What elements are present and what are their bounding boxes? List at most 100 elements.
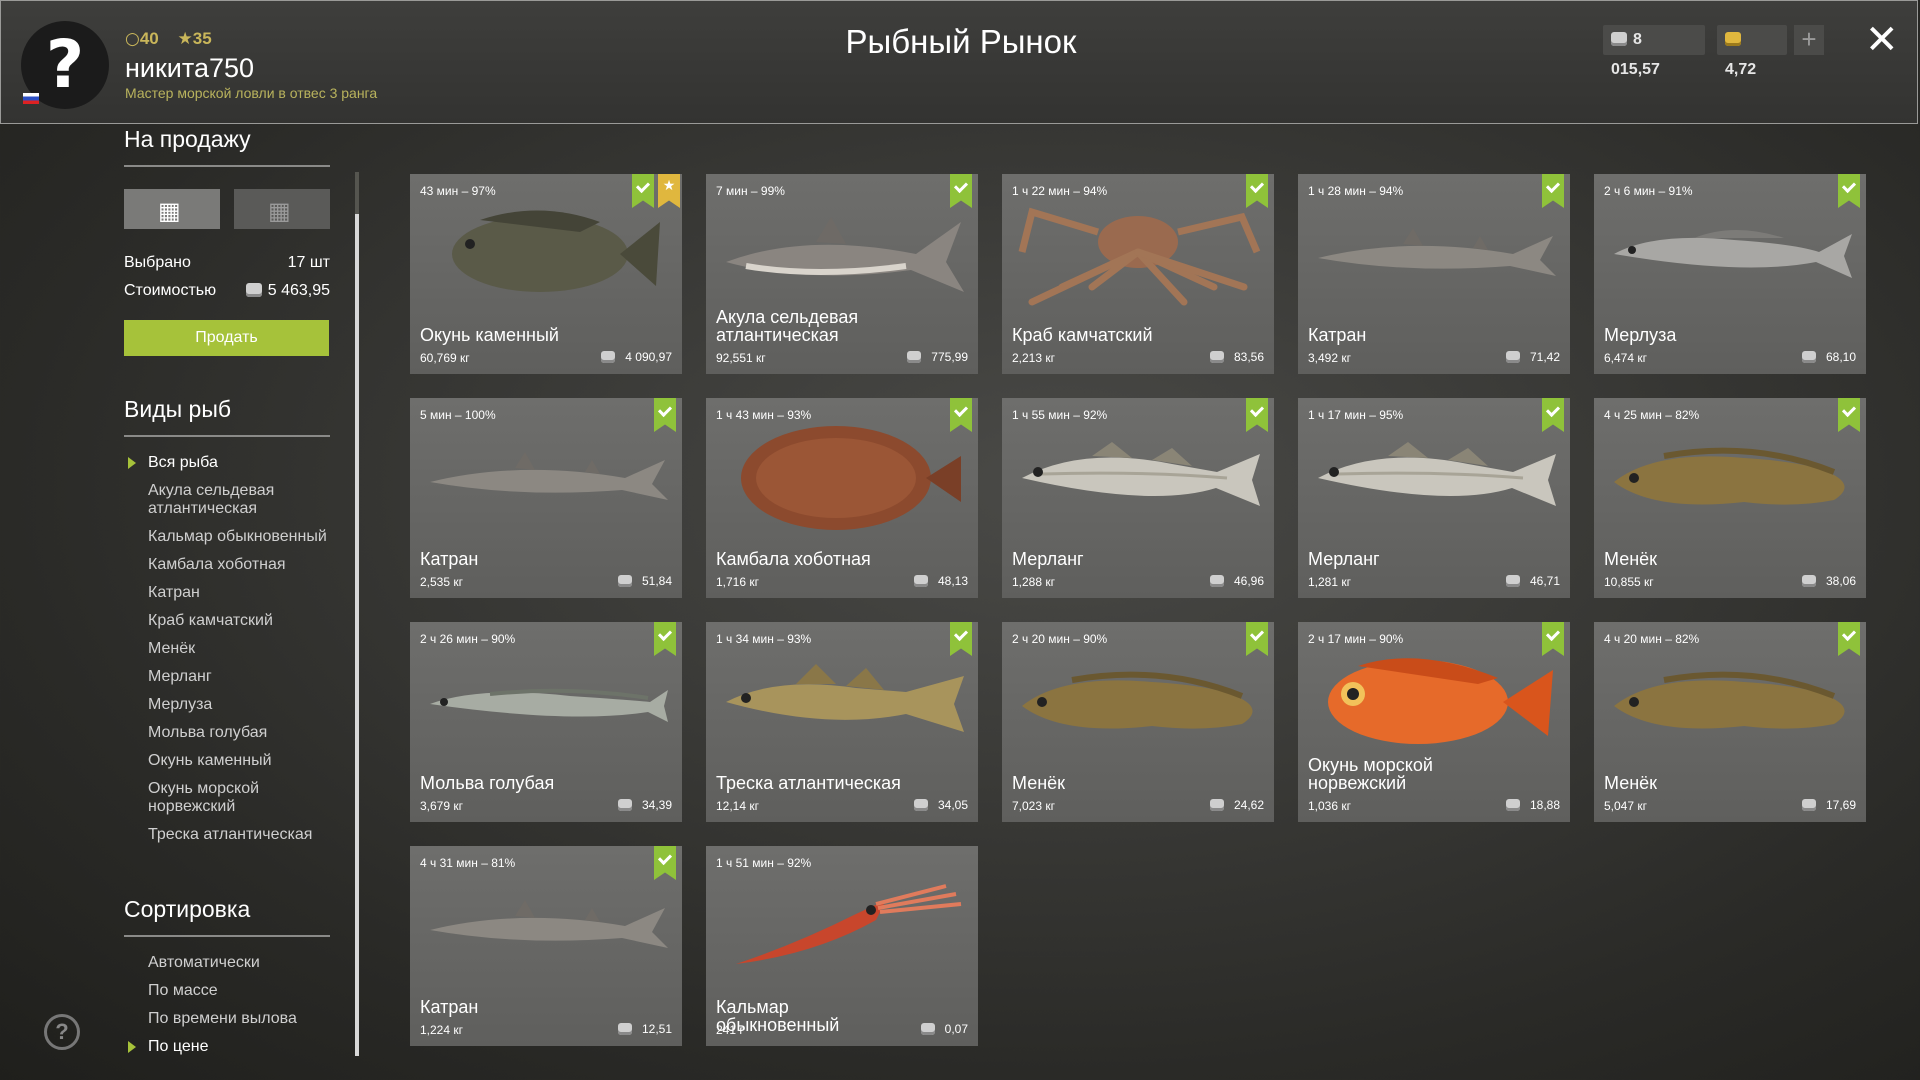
- fish-card[interactable]: 4 ч 31 мин – 81% Катран 1,224 кг 12,51: [410, 846, 682, 1046]
- catch-time: 2 ч 20 мин – 90%: [1012, 632, 1108, 646]
- fish-card[interactable]: 1 ч 43 мин – 93% Камбала хоботная 1,716 кг…: [706, 398, 978, 598]
- fish-name: Окунь каменный: [420, 325, 559, 345]
- fish-weight: 60,769 кг: [420, 351, 470, 365]
- squid-fish-icon: [736, 884, 962, 964]
- dogfish-fish-icon: [1318, 228, 1556, 276]
- catch-time: 1 ч 17 мин – 95%: [1308, 408, 1404, 422]
- sidebar-scrollbar-thumb[interactable]: [355, 214, 359, 1056]
- sort-option-item[interactable]: Автоматически: [124, 954, 330, 972]
- sort-option-item[interactable]: По времени вылова: [124, 1010, 330, 1028]
- fish-card[interactable]: 4 ч 20 мин – 82% Менёк 5,047 кг 17,69: [1594, 622, 1866, 822]
- fish-price: 775,99: [907, 350, 968, 364]
- fish-price: 46,71: [1505, 574, 1560, 588]
- fish-type-item[interactable]: Краб камчатский: [124, 612, 330, 630]
- silver-coin-icon: [1801, 351, 1816, 363]
- fish-type-item[interactable]: Мольва голубая: [124, 724, 330, 742]
- silver-coin-icon: [913, 575, 928, 587]
- fish-type-item[interactable]: Окунь каменный: [124, 752, 330, 770]
- fish-type-label: Вся рыба: [148, 454, 218, 471]
- selected-value: 17 шт: [287, 254, 330, 271]
- silver-coin-icon: [601, 351, 616, 363]
- fish-type-item[interactable]: Мерланг: [124, 668, 330, 686]
- fish-card[interactable]: 43 мин – 97% Окунь каменный 60,769 кг 4 090…: [410, 174, 682, 374]
- fish-weight: 2,535 кг: [420, 575, 463, 589]
- fish-card[interactable]: 1 ч 55 мин – 92% Мерланг 1,288 кг 46,96: [1002, 398, 1274, 598]
- catch-time: 1 ч 51 мин – 92%: [716, 856, 812, 870]
- price-value: 46,96: [1233, 574, 1264, 588]
- redfish-fish-icon: [1328, 658, 1553, 744]
- fish-type-item[interactable]: Вся рыба: [124, 454, 330, 472]
- silver-coin-icon: [1505, 575, 1520, 587]
- fish-type-item[interactable]: Акула сельдевая атлантическая: [124, 482, 330, 518]
- fish-type-item[interactable]: Кальмар обыкновенный: [124, 528, 330, 546]
- fish-name: Катран: [420, 549, 479, 569]
- divider: [124, 165, 330, 167]
- close-icon[interactable]: ✕: [1865, 17, 1899, 63]
- sort-option-label: Автоматически: [148, 954, 260, 971]
- add-currency-button[interactable]: +: [1794, 25, 1824, 55]
- sort-option-item[interactable]: По массе: [124, 982, 330, 1000]
- silver-coin-icon: [617, 1023, 632, 1035]
- fish-name: Катран: [420, 997, 479, 1017]
- fish-type-item[interactable]: Менёк: [124, 640, 330, 658]
- silver-coin-icon: [920, 1023, 935, 1035]
- silver-coin-icon: [1505, 351, 1520, 363]
- selected-arrow-icon: [128, 457, 136, 469]
- small-grid-view-button[interactable]: ▦: [234, 189, 330, 229]
- header-bar: ? ○40 ★35 никита750 Мастер морской ловли…: [0, 0, 1918, 124]
- sort-option-list: Автоматически По массе По времени вылова По…: [124, 954, 330, 1066]
- price-value: 51,84: [641, 574, 672, 588]
- fish-name: Менёк: [1604, 773, 1658, 793]
- fish-card[interactable]: 2 ч 6 мин – 91% Мерлуза 6,474 кг 68,10: [1594, 174, 1866, 374]
- price-value: 68,10: [1825, 350, 1856, 364]
- price-value: 38,06: [1825, 574, 1856, 588]
- fish-weight: 10,855 кг: [1604, 575, 1654, 589]
- player-rank: Мастер морской ловли в отвес 3 ранга: [125, 85, 378, 101]
- tusk-fish-icon: [1614, 671, 1845, 729]
- fish-card[interactable]: 2 ч 26 мин – 90% Мольва голубая 3,679 кг 34…: [410, 622, 682, 822]
- for-sale-title: На продажу: [124, 126, 251, 152]
- fish-weight: 1,224 кг: [420, 1023, 463, 1037]
- catch-time: 2 ч 26 мин – 90%: [420, 632, 516, 646]
- fish-card[interactable]: 7 мин – 99% Акула сельдевая атлантическая…: [706, 174, 978, 374]
- large-grid-view-button[interactable]: ▦: [124, 189, 220, 229]
- help-icon[interactable]: ?: [44, 1014, 80, 1050]
- fish-card[interactable]: 2 ч 17 мин – 90% Окунь морской норвежский…: [1298, 622, 1570, 822]
- silver-coin-icon: [1209, 575, 1224, 587]
- sell-button[interactable]: Продать: [124, 320, 329, 356]
- fish-type-item[interactable]: Мерлуза: [124, 696, 330, 714]
- silver-coin-icon: [1801, 799, 1816, 811]
- dogfish-fish-icon: [430, 900, 668, 948]
- sort-option-item[interactable]: По цене: [124, 1038, 330, 1056]
- fish-name: Кальмар обыкновенный: [716, 997, 840, 1035]
- selected-label: Выбрано: [124, 254, 191, 271]
- fish-type-item[interactable]: Треска атлантическая: [124, 826, 330, 844]
- silver-coin-icon: [1611, 32, 1627, 46]
- fish-card[interactable]: 1 ч 22 мин – 94% Краб камчатский 2,213 кг 8…: [1002, 174, 1274, 374]
- sort-section: Сортировка: [124, 896, 330, 937]
- fish-type-item[interactable]: Камбала хоботная: [124, 556, 330, 574]
- fish-card[interactable]: 1 ч 28 мин – 94% Катран 3,492 кг 71,42: [1298, 174, 1570, 374]
- fish-card[interactable]: 2 ч 20 мин – 90% Менёк 7,023 кг 24,62: [1002, 622, 1274, 822]
- sort-option-label: По времени вылова: [148, 1010, 297, 1027]
- fish-type-item[interactable]: Катран: [124, 584, 330, 602]
- fish-card[interactable]: 1 ч 34 мин – 93% Треска атлантическая 12,1…: [706, 622, 978, 822]
- grid-large-icon: ▦: [158, 197, 181, 225]
- fish-price: 34,39: [617, 798, 672, 812]
- silver-coin-icon: [245, 283, 262, 297]
- fish-type-item[interactable]: Окунь морской норвежский: [124, 780, 330, 816]
- fish-card[interactable]: 5 мин – 100% Катран 2,535 кг 51,84: [410, 398, 682, 598]
- fish-card[interactable]: 4 ч 25 мин – 82% Менёк 10,855 кг 38,06: [1594, 398, 1866, 598]
- ling-fish-icon: [430, 688, 668, 722]
- silver-coin-icon: [617, 799, 632, 811]
- fish-card[interactable]: 1 ч 17 мин – 95% Мерланг 1,281 кг 46,71: [1298, 398, 1570, 598]
- cost-value: 5 463,95: [267, 282, 330, 299]
- gold-value: 4,72: [1725, 61, 1757, 78]
- fish-type-label: Акула сельдевая атлантическая: [148, 482, 275, 517]
- fish-types-title: Виды рыб: [124, 396, 232, 422]
- fish-card[interactable]: 1 ч 51 мин – 92% Кальмар обыкновенный 241 …: [706, 846, 978, 1046]
- fish-price: 51,84: [617, 574, 672, 588]
- whiting-fish-icon: [1022, 442, 1260, 506]
- fish-weight: 5,047 кг: [1604, 799, 1647, 813]
- fish-type-label: Краб камчатский: [148, 612, 273, 629]
